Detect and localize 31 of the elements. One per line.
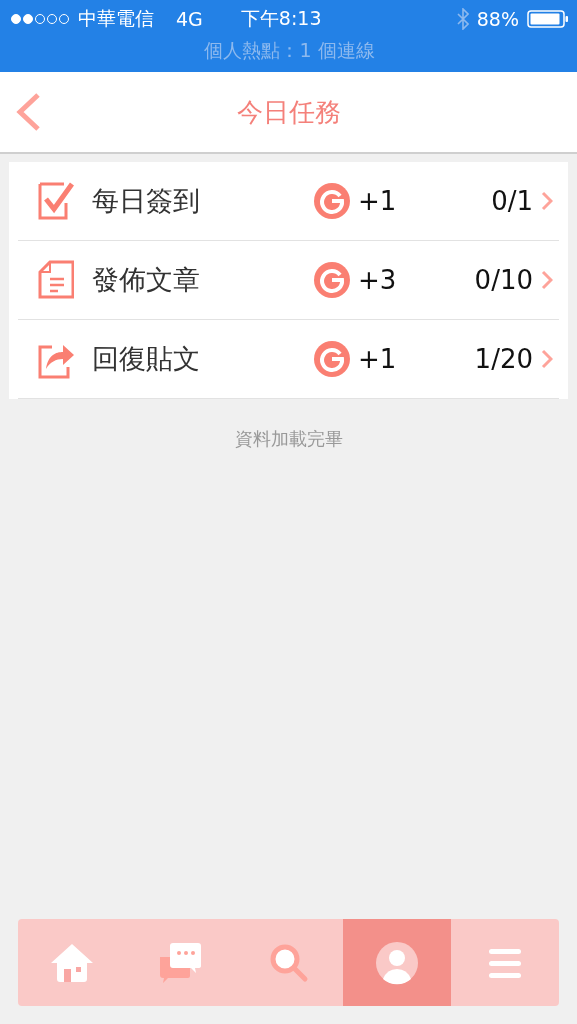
reward-points: +3 <box>358 265 398 295</box>
load-complete-text: 資料加載完畢 <box>233 427 344 451</box>
reward-points: +1 <box>358 344 398 374</box>
reward-points: +1 <box>358 186 398 216</box>
user-tab[interactable] <box>342 919 451 1006</box>
menu-icon <box>487 946 522 979</box>
signal-icon <box>10 13 70 25</box>
coin-icon <box>314 262 350 298</box>
task-name: 發佈文章 <box>92 263 201 297</box>
task-name: 回復貼文 <box>92 342 201 376</box>
chat-icon <box>158 941 203 984</box>
chevron-right-icon <box>541 270 553 290</box>
back-icon[interactable] <box>14 92 42 132</box>
page-title: 今日任務 <box>235 95 342 129</box>
search-icon <box>268 942 309 983</box>
battery-percent: 88% <box>476 8 519 30</box>
coin-icon <box>314 183 350 219</box>
coin-icon <box>314 341 350 377</box>
battery-icon <box>527 9 569 29</box>
checkbox-icon <box>38 181 74 221</box>
chevron-right-icon <box>541 349 553 369</box>
document-icon <box>38 260 74 300</box>
chevron-right-icon <box>541 191 553 211</box>
bluetooth-icon <box>456 8 469 30</box>
user-icon <box>374 940 419 985</box>
network-type: 4G <box>176 8 203 30</box>
carrier-name: 中華電信 <box>78 6 154 31</box>
hotspot-status: 個人熱點：1 個連線 <box>203 38 376 63</box>
task-name: 每日簽到 <box>92 184 201 218</box>
clock-time: 下午8:13 <box>240 6 322 31</box>
home-icon <box>50 942 95 983</box>
